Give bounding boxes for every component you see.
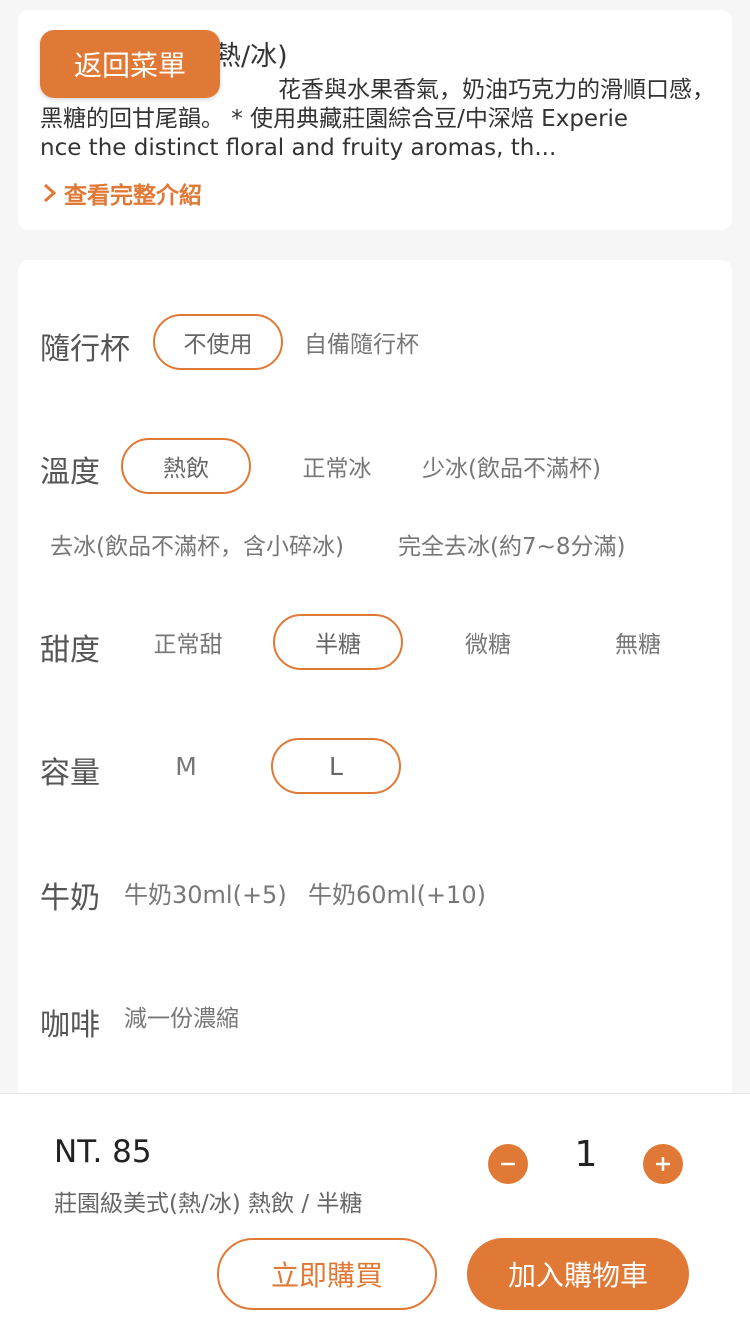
product-title: 熱/冰) (214, 41, 288, 72)
temperature-option-fully-no-ice[interactable]: 完全去冰(約7~8分滿) (398, 516, 625, 572)
plus-icon (656, 1157, 670, 1171)
sweetness-option-half[interactable]: 半糖 (273, 614, 403, 670)
temperature-option-no-ice[interactable]: 去冰(飲品不滿杯，含小碎冰) (50, 516, 344, 572)
sweetness-option-light[interactable]: 微糖 (423, 614, 553, 670)
cup-option-own[interactable]: 自備隨行杯 (304, 314, 419, 370)
temperature-option-less-ice[interactable]: 少冰(飲品不滿杯) (422, 438, 601, 494)
option-label-temperature: 溫度 (40, 455, 100, 490)
temperature-option-hot[interactable]: 熱飲 (121, 438, 251, 494)
option-label-milk: 牛奶 (40, 881, 100, 916)
minus-icon (501, 1162, 515, 1166)
sweetness-option-regular[interactable]: 正常甜 (123, 614, 253, 670)
size-option-m[interactable]: M (121, 738, 251, 794)
see-more-label: 查看完整介紹 (64, 183, 202, 209)
description-line: nce the distinct floral and fruity aroma… (40, 135, 557, 161)
increase-quantity-button[interactable] (643, 1144, 683, 1184)
option-label-coffee: 咖啡 (40, 1008, 100, 1043)
order-summary: 莊園級美式(熱/冰) 熱飲 / 半糖 (54, 1191, 363, 1217)
add-to-cart-button[interactable]: 加入購物車 (467, 1238, 689, 1310)
option-label-size: 容量 (40, 756, 100, 791)
temperature-option-regular-ice[interactable]: 正常冰 (272, 438, 402, 494)
chevron-right-icon (44, 183, 57, 203)
buy-now-button[interactable]: 立即購買 (217, 1238, 437, 1310)
coffee-option-less-shot[interactable]: 減一份濃縮 (124, 988, 239, 1044)
cup-option-no[interactable]: 不使用 (153, 314, 283, 370)
description-line: 黑糖的回甘尾韻。 * 使用典藏莊園綜合豆/中深焙 Experie (40, 106, 629, 132)
quantity-value: 1 (574, 1134, 598, 1175)
sweetness-option-none[interactable]: 無糖 (573, 614, 703, 670)
decrease-quantity-button[interactable] (488, 1144, 528, 1184)
see-full-description-link[interactable]: 查看完整介紹 (42, 176, 202, 210)
back-to-menu-button[interactable]: 返回菜單 (40, 30, 220, 98)
price-label: NT. 85 (54, 1134, 152, 1170)
milk-option-30ml[interactable]: 牛奶30ml(+5) (124, 864, 287, 920)
option-label-cup: 隨行杯 (40, 332, 130, 367)
option-label-sweetness: 甜度 (40, 633, 100, 668)
size-option-l[interactable]: L (271, 738, 401, 794)
milk-option-60ml[interactable]: 牛奶60ml(+10) (308, 864, 486, 920)
